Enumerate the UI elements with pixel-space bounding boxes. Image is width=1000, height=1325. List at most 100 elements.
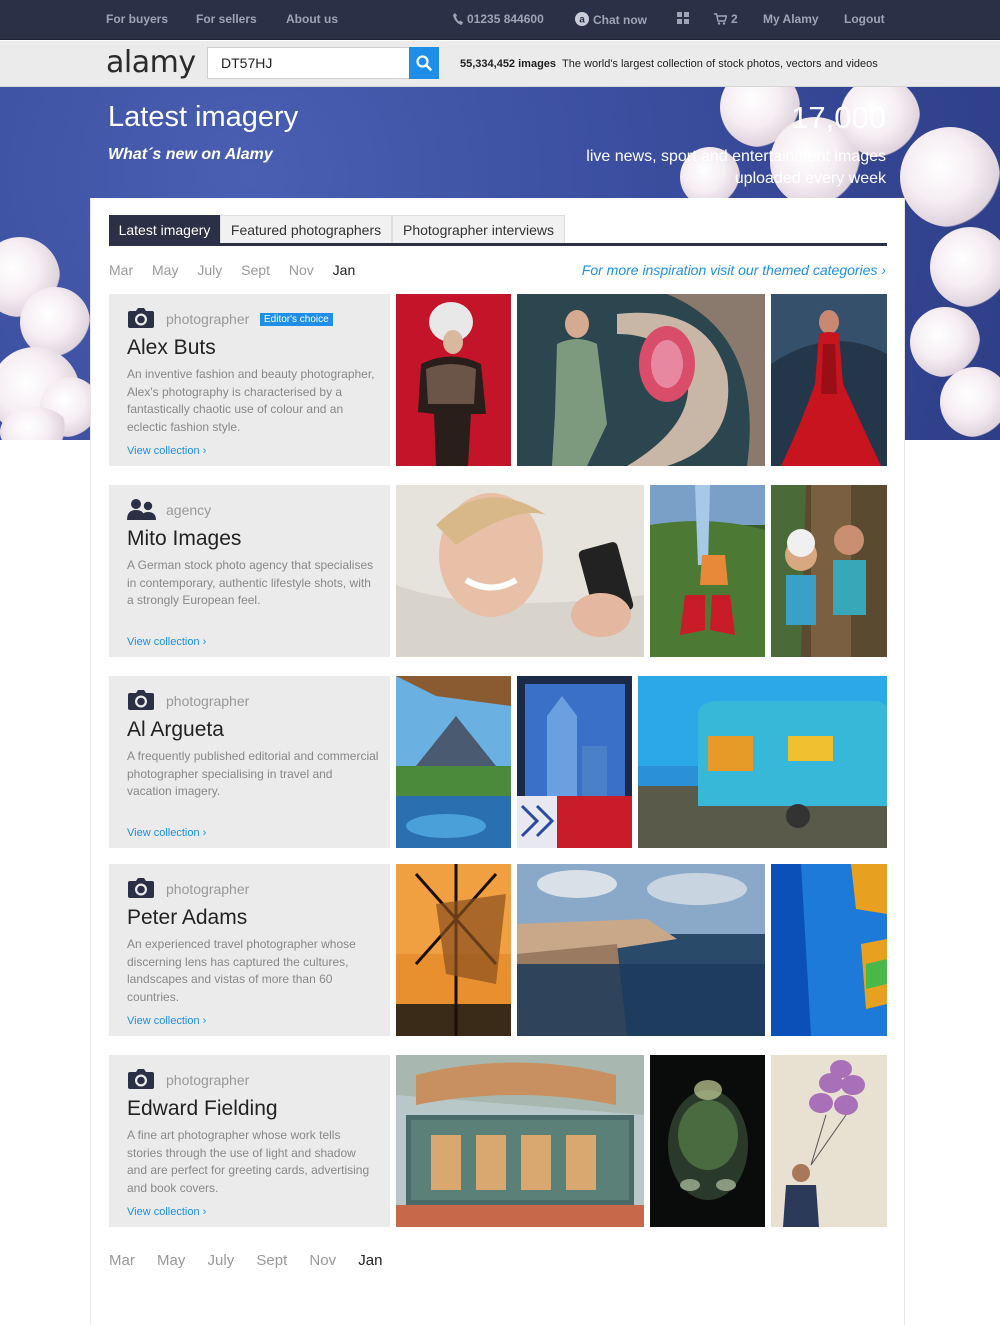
card-type: agency: [166, 502, 212, 518]
grid-menu-button[interactable]: [677, 12, 689, 27]
grid-icon: [677, 12, 689, 24]
lifestyle-photo-1[interactable]: [396, 485, 644, 657]
people-icon: [127, 499, 156, 520]
themed-categories-link[interactable]: For more inspiration visit our themed ca…: [582, 262, 886, 278]
card-description: A German stock photo agency that special…: [127, 558, 374, 607]
site-header: alamy 55,334,452 images The world's large…: [0, 41, 1000, 87]
card-description: A frequently published editorial and com…: [127, 749, 379, 798]
camera-icon: [128, 690, 154, 710]
card-name[interactable]: Mito Images: [127, 527, 241, 551]
camera-icon: [128, 878, 154, 898]
nav-my-alamy[interactable]: My Alamy: [763, 12, 819, 26]
fine-art-photo-2[interactable]: [650, 1055, 765, 1227]
image-stats: 55,334,452 images The world's largest col…: [460, 58, 878, 70]
editors-choice-badge: Editor's choice: [260, 313, 333, 326]
card-type: photographer: [166, 1072, 250, 1088]
cart-icon: [714, 13, 727, 25]
fashion-photo-2[interactable]: [517, 294, 765, 466]
view-collection-link[interactable]: View collection ›: [127, 827, 206, 839]
card-type: photographer: [166, 311, 250, 327]
travel-photo-1[interactable]: [396, 676, 511, 848]
month-may[interactable]: May: [152, 262, 178, 278]
month-sept[interactable]: Sept: [241, 262, 270, 278]
lifestyle-photo-2[interactable]: [650, 485, 765, 657]
tab-featured-photographers[interactable]: Featured photographers: [220, 215, 392, 243]
tab-photographer-interviews[interactable]: Photographer interviews: [392, 215, 565, 243]
month-jan[interactable]: Jan: [333, 262, 356, 278]
card-info: agency Mito Images A German stock photo …: [109, 485, 390, 657]
collection-card: photographer Editor's choice Alex Buts A…: [109, 294, 887, 466]
month-filter-bottom: Mar May July Sept Nov Jan: [109, 1252, 400, 1269]
fine-art-photo-1[interactable]: [396, 1055, 644, 1227]
month-july[interactable]: July: [197, 262, 222, 278]
card-name[interactable]: Peter Adams: [127, 906, 247, 930]
hero-title: Latest imagery: [108, 101, 299, 133]
image-count: 55,334,452 images: [460, 58, 557, 70]
collection-card: photographer Al Argueta A frequently pub…: [109, 676, 887, 848]
camera-icon: [128, 1069, 154, 1089]
view-collection-link[interactable]: View collection ›: [127, 1206, 206, 1218]
collection-card: photographer Peter Adams An experienced …: [109, 864, 887, 1036]
month-nov[interactable]: Nov: [309, 1252, 336, 1269]
card-info: photographer Editor's choice Alex Buts A…: [109, 294, 390, 466]
card-info: photographer Edward Fielding A fine art …: [109, 1055, 390, 1227]
hero-count: 17,000: [791, 100, 886, 135]
travel-photo-5[interactable]: [517, 864, 765, 1036]
basket-count: 2: [731, 12, 738, 26]
month-nov[interactable]: Nov: [289, 262, 314, 278]
hero-subtitle: What´s new on Alamy: [108, 146, 273, 163]
travel-photo-4[interactable]: [396, 864, 511, 1036]
chat-icon: a: [575, 12, 589, 26]
search-input[interactable]: [207, 47, 410, 79]
card-description: A fine art photographer whose work tells…: [127, 1128, 370, 1195]
card-type: photographer: [166, 881, 250, 897]
month-may[interactable]: May: [157, 1252, 185, 1269]
chat-now-label: Chat now: [593, 13, 647, 27]
site-tagline: The world's largest collection of stock …: [562, 58, 878, 70]
basket-link[interactable]: 2: [714, 12, 738, 26]
chat-now-link[interactable]: a Chat now: [575, 12, 647, 27]
view-collection-link[interactable]: View collection ›: [127, 636, 206, 648]
travel-photo-3[interactable]: [638, 676, 887, 848]
collection-card: photographer Edward Fielding A fine art …: [109, 1055, 887, 1227]
tab-latest-imagery[interactable]: Latest imagery: [109, 215, 220, 243]
hero-description: live news, sport and entertainment image…: [586, 148, 886, 187]
fashion-photo-3[interactable]: [771, 294, 887, 466]
card-name[interactable]: Alex Buts: [127, 336, 216, 360]
card-name[interactable]: Edward Fielding: [127, 1097, 278, 1121]
nav-about-us[interactable]: About us: [286, 12, 338, 26]
camera-icon: [128, 308, 154, 328]
view-collection-link[interactable]: View collection ›: [127, 445, 206, 457]
card-description: An experienced travel photographer whose…: [127, 937, 356, 1004]
fashion-photo-1[interactable]: [396, 294, 511, 466]
svg-text:a: a: [579, 15, 585, 26]
month-july[interactable]: July: [208, 1252, 235, 1269]
phone-icon: [453, 13, 463, 25]
collection-card: agency Mito Images A German stock photo …: [109, 485, 887, 657]
card-type: photographer: [166, 693, 250, 709]
top-nav-bar: For buyers For sellers About us 01235 84…: [0, 0, 1000, 40]
nav-for-sellers[interactable]: For sellers: [196, 12, 257, 26]
card-description: An inventive fashion and beauty photogra…: [127, 367, 375, 434]
view-collection-link[interactable]: View collection ›: [127, 1015, 206, 1027]
month-filter-top: Mar May July Sept Nov Jan: [109, 262, 370, 278]
phone-link[interactable]: 01235 844600: [453, 12, 544, 26]
travel-photo-2[interactable]: [517, 676, 632, 848]
fine-art-photo-3[interactable]: [771, 1055, 887, 1227]
search-button[interactable]: [409, 47, 439, 79]
month-sept[interactable]: Sept: [256, 1252, 287, 1269]
travel-photo-6[interactable]: [771, 864, 887, 1036]
month-mar[interactable]: Mar: [109, 262, 133, 278]
month-jan[interactable]: Jan: [358, 1252, 382, 1269]
search-icon: [416, 55, 432, 71]
month-mar[interactable]: Mar: [109, 1252, 135, 1269]
section-tabs: Latest imagery Featured photographers Ph…: [109, 215, 887, 246]
content-panel: Latest imagery Featured photographers Ph…: [90, 198, 905, 1325]
nav-logout[interactable]: Logout: [844, 12, 885, 26]
alamy-logo[interactable]: alamy: [106, 45, 196, 80]
nav-for-buyers[interactable]: For buyers: [106, 12, 168, 26]
lifestyle-photo-3[interactable]: [771, 485, 887, 657]
card-name[interactable]: Al Argueta: [127, 718, 224, 742]
phone-number: 01235 844600: [467, 12, 544, 26]
card-info: photographer Al Argueta A frequently pub…: [109, 676, 390, 848]
